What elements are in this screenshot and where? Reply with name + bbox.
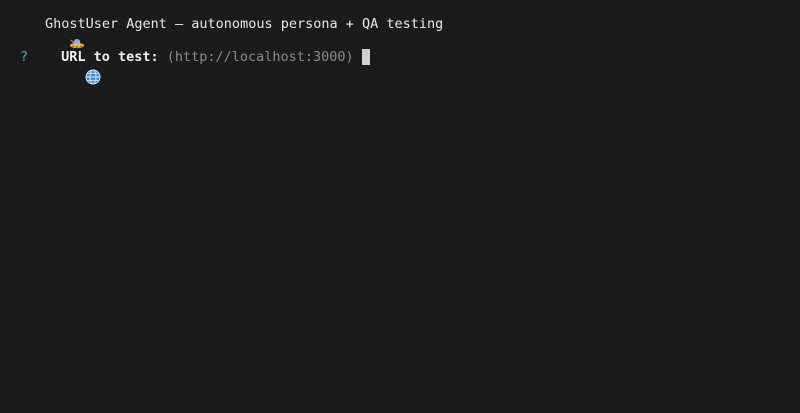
flying-saucer-icon <box>20 16 84 49</box>
url-prompt-label: URL to test: <box>61 49 159 65</box>
prompt-question-marker: ? <box>20 49 29 65</box>
globe-icon <box>36 49 101 85</box>
text-cursor[interactable] <box>361 49 370 65</box>
header-line: GhostUser Agent — autonomous persona + Q… <box>20 14 444 49</box>
app-title: GhostUser Agent — autonomous persona + Q… <box>45 16 444 32</box>
url-default-value: (http://localhost:3000) <box>166 49 354 65</box>
terminal-window: GhostUser Agent — autonomous persona + Q… <box>0 0 800 413</box>
url-prompt-line[interactable]: ? URL to test: (http://localhost:3000) <box>20 47 370 85</box>
